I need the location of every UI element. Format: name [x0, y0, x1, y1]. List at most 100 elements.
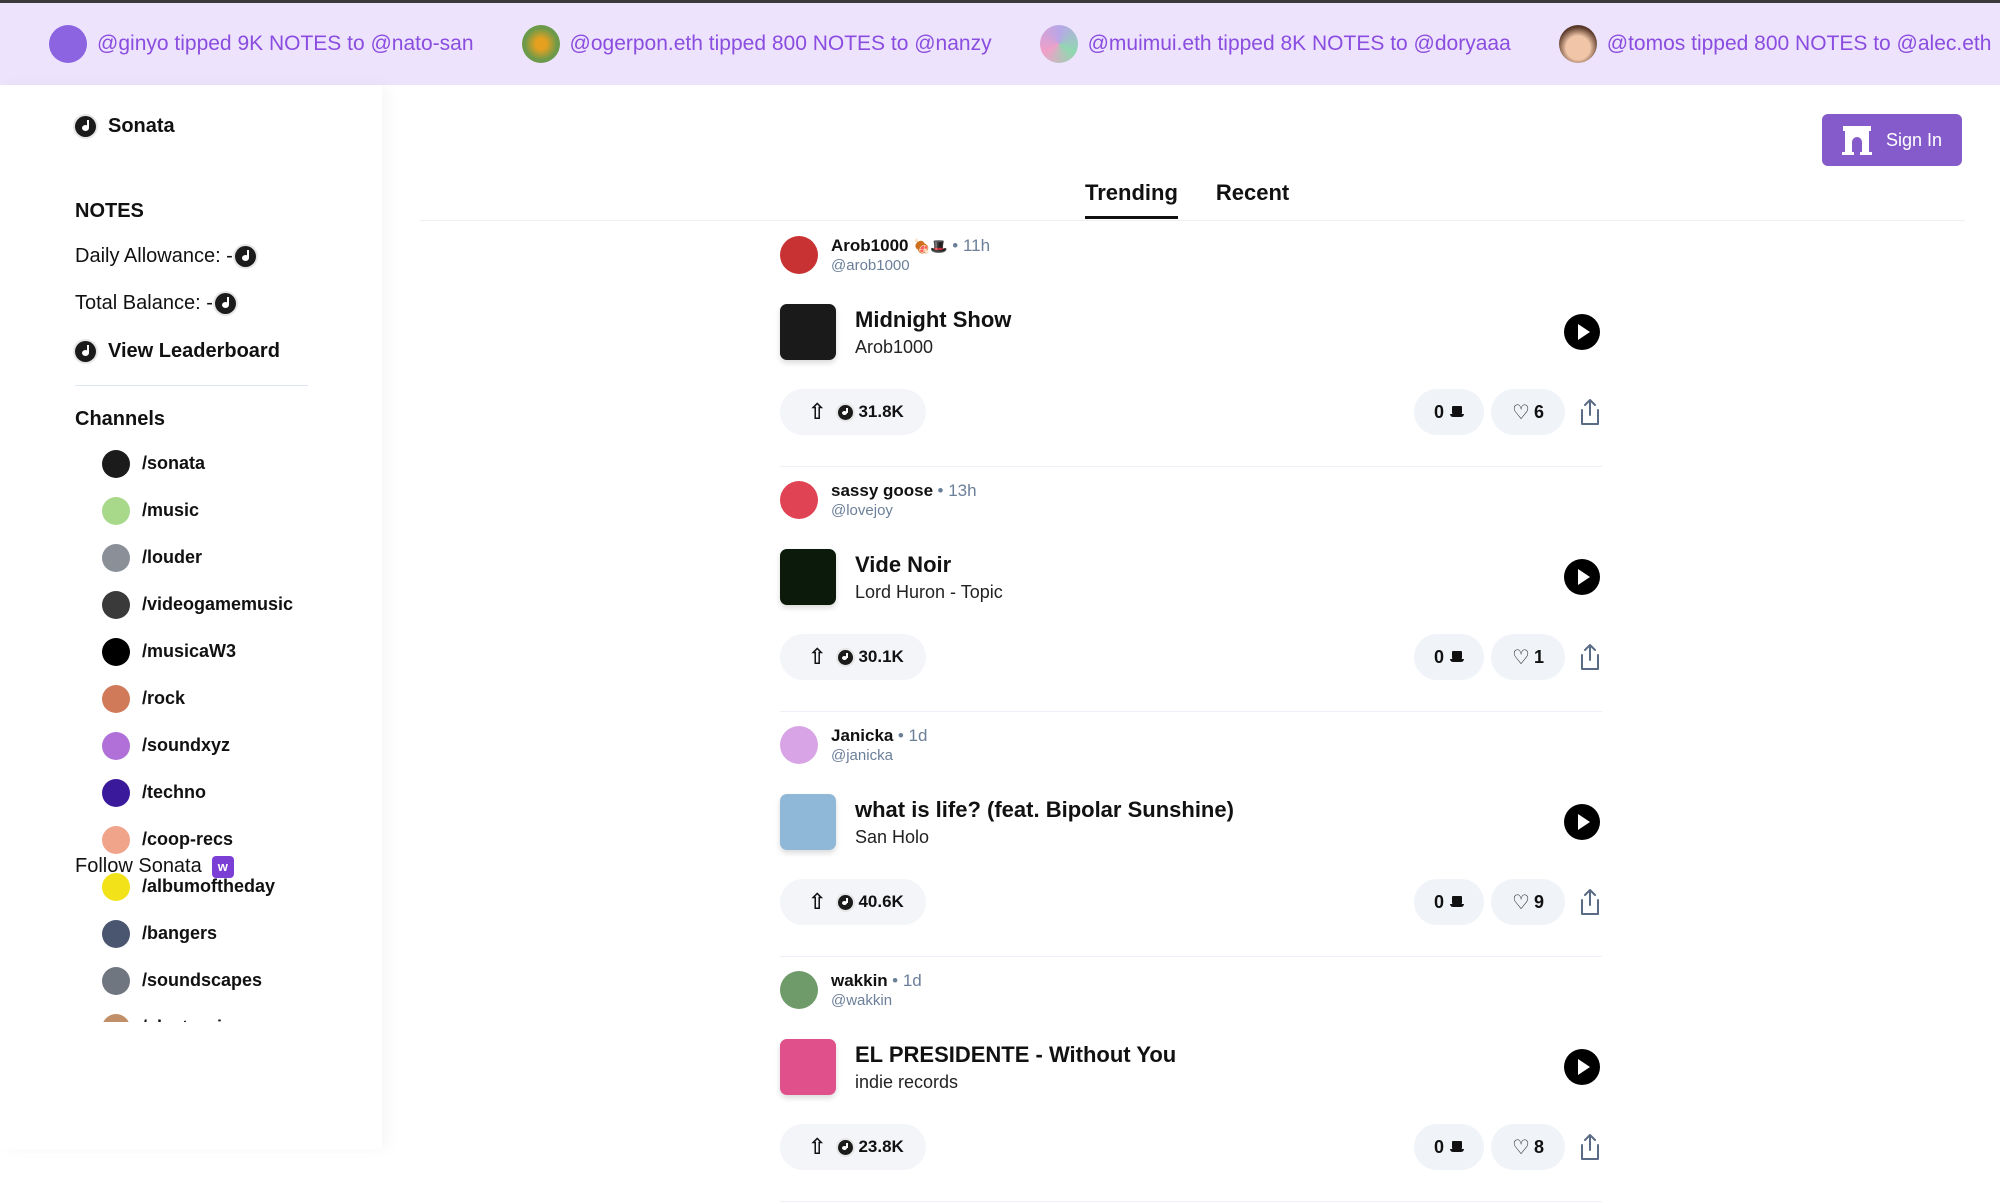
post-actions: ⇧ 40.6K 0 ♡ 9 — [780, 879, 1602, 925]
notes-coin-icon — [838, 649, 854, 665]
author-name[interactable]: sassy goose — [831, 481, 933, 500]
play-button[interactable] — [1564, 559, 1600, 595]
share-icon[interactable] — [1578, 1133, 1602, 1161]
author-name[interactable]: Arob1000 — [831, 236, 908, 255]
tab-recent[interactable]: Recent — [1216, 180, 1289, 219]
post-actions: ⇧ 31.8K 0 ♡ 6 — [780, 389, 1602, 435]
ticker-avatar — [1039, 25, 1078, 63]
view-leaderboard-link[interactable]: View Leaderboard — [75, 340, 280, 363]
channel-name: /soundxyz — [142, 735, 231, 755]
post-time: • 1d — [897, 726, 928, 745]
channel-name: /electronic — [142, 1017, 232, 1022]
post-author[interactable]: wakkin • 1d @wakkin — [780, 971, 922, 1009]
sidebar-channel-item[interactable]: /louder — [102, 534, 362, 581]
sidebar-channel-item[interactable]: /soundxyz — [102, 722, 362, 769]
track-artwork[interactable] — [780, 549, 836, 605]
post-time: • 11h — [952, 236, 991, 255]
ticker-item-partial: .eth — [0, 32, 1, 56]
share-icon[interactable] — [1578, 888, 1602, 916]
tip-hat-button[interactable]: 0 — [1414, 389, 1484, 435]
play-button[interactable] — [1564, 314, 1600, 350]
play-button[interactable] — [1564, 1049, 1600, 1085]
ticker-item: @ogerpon.eth tipped 800 NOTES to @nanzy — [521, 25, 992, 63]
channel-name: /techno — [142, 782, 207, 802]
arrow-up-icon: ⇧ — [808, 1134, 827, 1159]
channel-avatar-icon — [102, 825, 130, 854]
warpcast-icon: w — [211, 855, 234, 878]
ticker-avatar — [1558, 25, 1597, 63]
track-info[interactable]: what is life? (feat. Bipolar Sunshine) S… — [780, 794, 1234, 850]
tab-trending[interactable]: Trending — [1085, 180, 1178, 219]
sidebar-channel-item[interactable]: /electronic — [102, 1004, 362, 1022]
upvote-count: 31.8K — [858, 402, 904, 421]
top-hat-icon — [1450, 896, 1464, 908]
sidebar-channel-item[interactable]: /soundscapes — [102, 957, 362, 1004]
daily-allowance: Daily Allowance: - — [75, 245, 256, 268]
like-count: 9 — [1533, 891, 1544, 912]
brand-link[interactable]: Sonata — [75, 115, 175, 138]
upvote-button[interactable]: ⇧ 23.8K — [780, 1124, 926, 1170]
track-artist: Arob1000 — [855, 336, 934, 357]
notes-coin-icon — [75, 341, 96, 362]
upvote-button[interactable]: ⇧ 31.8K — [780, 389, 926, 435]
heart-icon: ♡ — [1512, 646, 1530, 669]
author-avatar[interactable] — [780, 971, 818, 1009]
author-avatar[interactable] — [780, 481, 818, 519]
play-button[interactable] — [1564, 804, 1600, 840]
sidebar-channel-item[interactable]: /musicaW3 — [102, 628, 362, 675]
channel-name: /albumoftheday — [142, 876, 276, 896]
post-author[interactable]: Arob1000 🍖🎩 • 11h @arob1000 — [780, 236, 990, 274]
channel-avatar-icon — [102, 966, 130, 995]
channel-avatar-icon — [102, 684, 130, 713]
upvote-button[interactable]: ⇧ 30.1K — [780, 634, 926, 680]
sidebar-channel-item[interactable]: /rock — [102, 675, 362, 722]
sign-in-button[interactable]: Sign In — [1822, 114, 1962, 166]
track-artwork[interactable] — [780, 794, 836, 850]
sidebar-channel-item[interactable]: /bangers — [102, 910, 362, 957]
tip-hat-button[interactable]: 0 — [1414, 1124, 1484, 1170]
follow-sonata-link[interactable]: Follow Sonata w — [75, 855, 234, 878]
post-author[interactable]: sassy goose • 13h @lovejoy — [780, 481, 977, 519]
sidebar-channel-item[interactable]: /music — [102, 487, 362, 534]
arrow-up-icon: ⇧ — [808, 889, 827, 914]
ticker-text: @tomos tipped 800 NOTES to @alec.eth — [1606, 32, 1992, 55]
like-button[interactable]: ♡ 1 — [1491, 634, 1565, 680]
farcaster-arch-icon — [1842, 126, 1872, 155]
notes-coin-icon — [838, 404, 854, 420]
track-info[interactable]: Midnight Show Arob1000 — [780, 304, 1011, 360]
track-artwork[interactable] — [780, 304, 836, 360]
channel-list[interactable]: /sonata/music/louder/videogamemusic/musi… — [102, 440, 362, 1022]
track-info[interactable]: Vide Noir Lord Huron - Topic — [780, 549, 1003, 605]
tip-hat-button[interactable]: 0 — [1414, 879, 1484, 925]
author-avatar[interactable] — [780, 726, 818, 764]
author-handle: @wakkin — [831, 992, 893, 1009]
author-avatar[interactable] — [780, 236, 818, 274]
ticker-item: @ginyo tipped 9K NOTES to @nato-san — [49, 25, 474, 63]
sidebar-channel-item[interactable]: /videogamemusic — [102, 581, 362, 628]
upvote-button[interactable]: ⇧ 40.6K — [780, 879, 926, 925]
author-handle: @arob1000 — [831, 257, 910, 274]
track-info[interactable]: EL PRESIDENTE - Without You indie record… — [780, 1039, 1176, 1095]
total-balance-label: Total Balance: - — [75, 292, 213, 314]
notes-coin-icon — [214, 293, 236, 314]
track-artwork[interactable] — [780, 1039, 836, 1095]
upvote-count: 30.1K — [858, 647, 904, 666]
brand-name: Sonata — [108, 115, 175, 137]
author-name[interactable]: wakkin — [831, 971, 888, 990]
author-name[interactable]: Janicka — [831, 726, 893, 745]
tip-hat-button[interactable]: 0 — [1414, 634, 1484, 680]
share-icon[interactable] — [1578, 398, 1602, 426]
share-icon[interactable] — [1578, 643, 1602, 671]
post-author[interactable]: Janicka • 1d @janicka — [780, 726, 927, 764]
post-actions: ⇧ 30.1K 0 ♡ 1 — [780, 634, 1602, 680]
sidebar-channel-item[interactable]: /techno — [102, 769, 362, 816]
like-button[interactable]: ♡ 6 — [1491, 389, 1565, 435]
channel-name: /videogamemusic — [142, 594, 294, 614]
top-hat-icon — [1450, 1141, 1464, 1153]
sidebar-channel-item[interactable]: /sonata — [102, 440, 362, 487]
like-button[interactable]: ♡ 8 — [1491, 1124, 1565, 1170]
feed-post: Janicka • 1d @janicka what is life? (fea… — [780, 712, 1602, 957]
channels-title: Channels — [75, 408, 166, 430]
like-button[interactable]: ♡ 9 — [1491, 879, 1565, 925]
channel-avatar-icon — [102, 637, 130, 666]
